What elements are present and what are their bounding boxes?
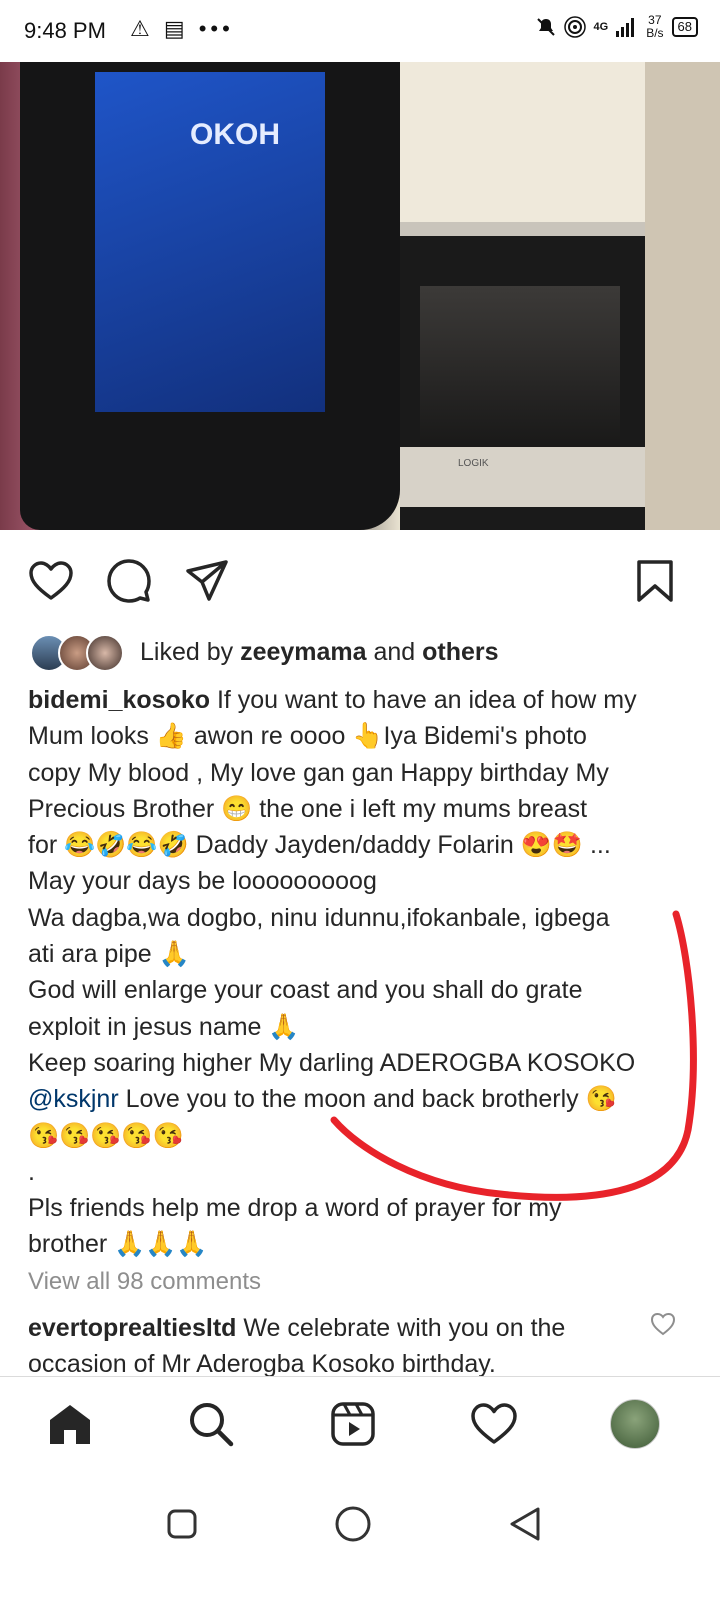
caption-line: Mum looks 👍 awon re oooo 👆Iya Bidemi's p…	[28, 722, 587, 751]
caption-line: brother 🙏🙏🙏	[28, 1230, 208, 1259]
liker-avatars	[30, 634, 128, 672]
nav-home[interactable]	[45, 1399, 95, 1449]
caption-line: copy My blood , My love gan gan Happy bi…	[28, 758, 609, 787]
caption-line: ati ara pipe 🙏	[28, 940, 190, 969]
network-speed: 37 B/s	[646, 14, 663, 40]
nav-profile[interactable]	[610, 1399, 660, 1449]
likes-others[interactable]: others	[422, 638, 498, 666]
share-button[interactable]	[184, 558, 230, 604]
recents-square-icon	[167, 1509, 197, 1539]
status-right-icons: 4G 37 B/s 68	[536, 14, 698, 40]
liker-username[interactable]: zeeymama	[240, 638, 366, 666]
small-heart-icon	[650, 1312, 676, 1336]
bottom-navigation	[0, 1376, 720, 1477]
notification-icons: ⚠ ▤ •••	[130, 16, 234, 41]
likes-row[interactable]: Liked by zeeymama and others	[30, 634, 700, 672]
caption-line: bidemi_kosoko If you want to have an ide…	[28, 682, 700, 718]
back-button[interactable]	[503, 1502, 547, 1546]
mention-link[interactable]: @kskjnr	[28, 1085, 119, 1113]
comment-item: evertoprealtiesltd We celebrate with you…	[28, 1310, 648, 1382]
recents-button[interactable]	[160, 1502, 204, 1546]
caption-text: Love you to the moon and back brotherly …	[118, 1085, 617, 1114]
caption-line: exploit in jesus name 🙏	[28, 1012, 300, 1041]
likes-and: and	[366, 637, 423, 666]
search-icon	[190, 1403, 234, 1447]
caption-line: Keep soaring higher My darling ADEROGBA …	[28, 1048, 636, 1077]
network-label: 4G	[593, 21, 609, 33]
comment-icon	[107, 559, 151, 603]
profile-avatar	[610, 1399, 660, 1449]
caption-line: .	[28, 1157, 35, 1186]
caption-line: May your days be looooooooog	[28, 867, 377, 896]
oven-brand: LOGIK	[458, 458, 489, 469]
back-triangle-icon	[510, 1507, 540, 1541]
caption-line: @kskjnr Love you to the moon and back br…	[28, 1081, 700, 1117]
mute-bell-icon	[536, 18, 555, 36]
system-navigation-bar	[0, 1476, 720, 1600]
nav-activity[interactable]	[469, 1399, 519, 1449]
save-button[interactable]	[632, 558, 678, 604]
caption-line: Wa dagba,wa dogbo, ninu idunnu,ifokanbal…	[28, 903, 610, 932]
hotspot-icon	[563, 16, 586, 38]
caption-line: for 😂🤣😂🤣 Daddy Jayden/daddy Folarin 😍🤩 .…	[28, 831, 611, 860]
home-circle-icon	[335, 1506, 371, 1542]
caption-username[interactable]: bidemi_kosoko	[28, 686, 210, 714]
status-time: 9:48 PM	[24, 18, 106, 43]
post-caption: bidemi_kosoko If you want to have an ide…	[28, 682, 700, 1263]
view-all-comments-link[interactable]: View all 98 comments	[28, 1268, 261, 1296]
caption-line: Precious Brother 😁 the one i left my mum…	[28, 794, 588, 823]
comment-button[interactable]	[106, 558, 152, 604]
caption-text: If you want to have an idea of how my	[210, 686, 637, 714]
like-button[interactable]	[28, 558, 74, 604]
shirt-print: OKOH	[190, 118, 280, 151]
home-system-button[interactable]	[331, 1502, 375, 1546]
share-icon	[186, 560, 228, 601]
speed-unit: B/s	[646, 26, 664, 40]
activity-heart-icon	[471, 1403, 517, 1444]
likes-prefix: Liked by	[140, 637, 241, 666]
caption-line: Pls friends help me drop a word of praye…	[28, 1194, 562, 1223]
nav-reels[interactable]	[328, 1399, 378, 1449]
heart-outline-icon	[29, 561, 73, 600]
caption-line: God will enlarge your coast and you shal…	[28, 976, 583, 1005]
likes-text: Liked by zeeymama and others	[140, 638, 499, 667]
reels-icon	[331, 1402, 375, 1446]
battery-indicator: 68	[671, 17, 698, 37]
home-icon	[50, 1405, 90, 1444]
comment-username[interactable]: evertoprealtiesltd	[28, 1314, 236, 1342]
bookmark-icon	[637, 560, 673, 602]
comment-like-button[interactable]	[650, 1312, 676, 1338]
liker-avatar	[86, 634, 124, 672]
photo-oven-base	[400, 447, 645, 507]
post-actions	[0, 548, 720, 612]
nav-search[interactable]	[186, 1399, 236, 1449]
caption-line: 😘😘😘😘😘	[28, 1121, 184, 1150]
photo-cabinet	[645, 62, 720, 530]
status-bar: 9:48 PM ⚠ ▤ ••• 4G 37 B/s 68	[0, 0, 720, 62]
post-photo[interactable]: LOGIK OKOH	[0, 62, 720, 530]
signal-icon	[616, 18, 635, 37]
